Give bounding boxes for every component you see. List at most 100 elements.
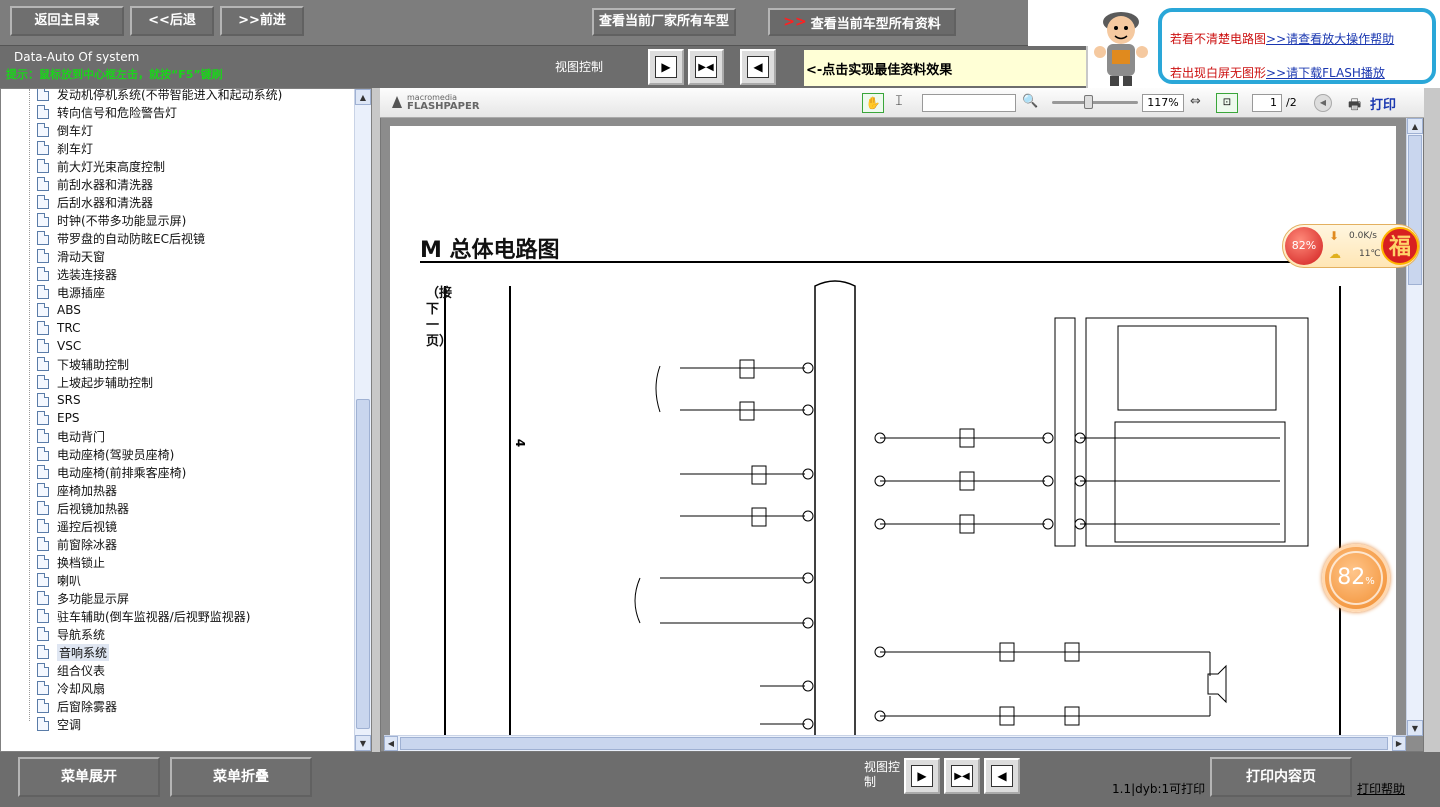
back-button[interactable]: <<后退 <box>130 6 214 36</box>
tree-item-label: VSC <box>57 339 82 353</box>
bottom-view-fit-button[interactable]: ▶◀ <box>944 758 980 794</box>
tree-item[interactable]: 转向信号和危险警告灯 <box>37 103 177 121</box>
viewer-scroll-right-icon[interactable]: ▶ <box>1392 736 1406 751</box>
status-bar: Data-Auto Of system 提示：鼠标放到中心框左击，就按“F5”键… <box>0 46 1086 88</box>
tree-item-label: 时钟(不带多功能显示屏) <box>57 213 187 228</box>
view-all-data-button[interactable]: >> 查看当前车型所有资料 <box>768 8 956 36</box>
tree-item[interactable]: 前刮水器和清洗器 <box>37 175 153 193</box>
tree-item[interactable]: 空调 <box>37 715 81 733</box>
tree-item[interactable]: 后视镜加热器 <box>37 499 129 517</box>
tree-item-label: 后窗除雾器 <box>57 699 118 714</box>
tree-item-label: TRC <box>57 321 81 335</box>
tree-item[interactable]: 后刮水器和清洗器 <box>37 193 153 211</box>
document-icon <box>37 321 49 335</box>
bottom-view-single-button[interactable]: ▶ <box>904 758 940 794</box>
viewer-hscrollbar[interactable]: ◀ ▶ <box>384 735 1406 751</box>
tree-guide-line <box>29 89 30 721</box>
tree-item[interactable]: 喇叭 <box>37 571 81 589</box>
tree-item[interactable]: 座椅加热器 <box>37 481 117 499</box>
fit-width-icon[interactable]: ⇔ <box>1190 94 1201 109</box>
tree-scroll-thumb[interactable] <box>356 399 370 729</box>
viewer-hscroll-thumb[interactable] <box>400 737 1388 750</box>
ring-percent-value: 82% <box>1325 565 1387 590</box>
tree-item[interactable]: VSC <box>37 337 81 355</box>
bottom-view-control-label: 视图控制 <box>864 760 901 789</box>
forward-button[interactable]: >>前进 <box>220 6 304 36</box>
ring-percent-number: 82 <box>1337 565 1366 590</box>
tree-item[interactable]: 组合仪表 <box>37 661 105 679</box>
help-line-1: 若看不清楚电路图>>请查看放大操作帮助 <box>1170 30 1394 47</box>
tree-item[interactable]: 驻车辅助(倒车监视器/后视野监视器) <box>37 607 250 625</box>
print-help-link[interactable]: 打印帮助 <box>1357 780 1405 797</box>
zoom-slider-thumb[interactable] <box>1084 95 1093 109</box>
fit-page-icon[interactable]: ⊡ <box>1216 93 1238 113</box>
tree-item[interactable]: 音响系统 <box>37 643 110 661</box>
document-icon <box>37 231 49 245</box>
bottom-view-left-button[interactable]: ◀ <box>984 758 1020 794</box>
view-fit-button[interactable]: ▶◀ <box>688 49 724 85</box>
speed-widget[interactable]: 82% ⬇ ☁ 0.0K/s 11℃ 福 <box>1282 224 1420 268</box>
print-button[interactable]: 打印 <box>1370 94 1396 113</box>
tree-item[interactable]: 冷却风扇 <box>37 679 105 697</box>
collapse-menu-button[interactable]: 菜单折叠 <box>170 757 312 797</box>
hand-tool-icon[interactable]: ✋ <box>862 93 884 113</box>
document-icon <box>37 159 49 173</box>
search-input[interactable] <box>922 94 1016 112</box>
tree-scrollbar[interactable]: ▲ ▼ <box>354 89 371 751</box>
tree-item[interactable]: 换档锁止 <box>37 553 105 571</box>
tree-item[interactable]: SRS <box>37 391 81 409</box>
tree-item[interactable]: 发动机停机系统(不带智能进入和起动系统) <box>37 89 282 103</box>
tree-item[interactable]: 遥控后视镜 <box>37 517 117 535</box>
tree-item[interactable]: 前大灯光束高度控制 <box>37 157 165 175</box>
tree-item[interactable]: 时钟(不带多功能显示屏) <box>37 211 186 229</box>
page-number-input[interactable]: 1 <box>1252 94 1282 112</box>
zoom-help-link[interactable]: >>请查看放大操作帮助 <box>1266 32 1394 46</box>
viewer-scroll-left-icon[interactable]: ◀ <box>384 736 398 751</box>
tree-item[interactable]: 上坡起步辅助控制 <box>37 373 153 391</box>
tree-item[interactable]: ABS <box>37 301 81 319</box>
tree-item[interactable]: 倒车灯 <box>37 121 93 139</box>
tree-item[interactable]: 电动背门 <box>37 427 105 445</box>
tree-item[interactable]: 选装连接器 <box>37 265 117 283</box>
best-effect-hint: <-点击实现最佳资料效果 <box>804 50 1086 86</box>
tree-item[interactable]: 带罗盘的自动防眩EC后视镜 <box>37 229 205 247</box>
flash-download-link[interactable]: >>请下载FLASH播放 <box>1266 66 1385 80</box>
scroll-up-icon[interactable]: ▲ <box>355 89 371 105</box>
viewer-vscrollbar[interactable]: ▲ ▼ <box>1406 118 1423 736</box>
view-single-page-button[interactable]: ▶ <box>648 49 684 85</box>
tree-item[interactable]: TRC <box>37 319 80 337</box>
tree-item-label: 组合仪表 <box>57 663 106 678</box>
tree-item[interactable]: EPS <box>37 409 79 427</box>
view-left-button[interactable]: ◀ <box>740 49 776 85</box>
ring-percent-widget[interactable]: 82% <box>1322 544 1390 612</box>
tree-item-label: 电动座椅(前排乘客座椅) <box>57 465 187 480</box>
view-control-label: 视图控制 <box>555 60 604 74</box>
tree-item[interactable]: 前窗除冰器 <box>37 535 117 553</box>
print-icon[interactable]: 🖶 <box>1348 94 1361 118</box>
zoom-slider-track[interactable] <box>1052 101 1138 104</box>
tree-item[interactable]: 导航系统 <box>37 625 105 643</box>
view-models-button[interactable]: 查看当前厂家所有车型 <box>592 8 736 36</box>
document-icon <box>37 609 49 623</box>
tree-item[interactable]: 下坡辅助控制 <box>37 355 129 373</box>
tree-item[interactable]: 电源插座 <box>37 283 105 301</box>
tree-item[interactable]: 电动座椅(驾驶员座椅) <box>37 445 174 463</box>
diagram-marker: 4 <box>513 438 528 448</box>
prev-page-icon[interactable]: ◀ <box>1314 94 1332 112</box>
expand-menu-button[interactable]: 菜单展开 <box>18 757 160 797</box>
back-home-button[interactable]: 返回主目录 <box>10 6 124 36</box>
tree-item[interactable]: 后窗除雾器 <box>37 697 117 715</box>
viewer-scroll-up-icon[interactable]: ▲ <box>1407 118 1423 134</box>
zoom-value[interactable]: 117% <box>1142 94 1184 112</box>
scroll-down-icon[interactable]: ▼ <box>355 735 371 751</box>
search-icon[interactable]: 🔍 <box>1022 94 1038 109</box>
tree-item[interactable]: 滑动天窗 <box>37 247 105 265</box>
top-nav-bar: 返回主目录 <<后退 >>前进 查看当前厂家所有车型 >> 查看当前车型所有资料 <box>0 0 1028 46</box>
viewer-scroll-down-icon[interactable]: ▼ <box>1407 720 1423 736</box>
text-select-icon[interactable]: 𝙸 <box>894 93 904 109</box>
print-status-text: 1.1|dyb:1可打印 <box>1112 782 1206 796</box>
tree-item[interactable]: 电动座椅(前排乘客座椅) <box>37 463 186 481</box>
tree-item[interactable]: 多功能显示屏 <box>37 589 129 607</box>
print-content-button[interactable]: 打印内容页 <box>1210 757 1352 797</box>
tree-item[interactable]: 刹车灯 <box>37 139 93 157</box>
